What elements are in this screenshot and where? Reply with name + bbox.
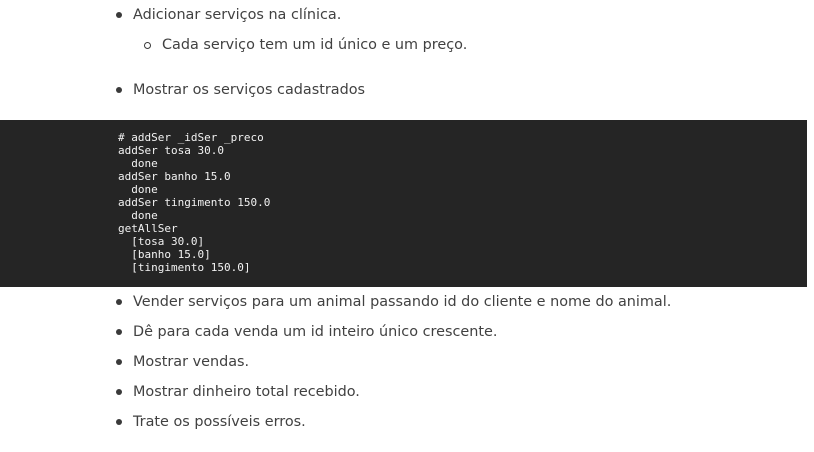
list-item-text: Mostrar dinheiro total recebido.: [133, 384, 360, 400]
code-line: # addSer _idSer _preco: [118, 131, 264, 144]
bullet-icon: [116, 329, 122, 335]
code-line: addSer banho 15.0: [118, 170, 231, 183]
list-item-text: Trate os possíveis erros.: [133, 414, 306, 430]
code-line: addSer tingimento 150.0: [118, 196, 271, 209]
list-item-text: Adicionar serviços na clínica.: [133, 7, 342, 23]
list-item: Mostrar dinheiro total recebido.: [0, 382, 814, 402]
list-item: Vender serviços para um animal passando …: [0, 292, 814, 312]
list-item-text: Vender serviços para um animal passando …: [133, 294, 672, 310]
code-line: [tingimento 150.0]: [118, 261, 251, 274]
list-item: Dê para cada venda um id inteiro único c…: [0, 322, 814, 342]
list-item-text: Dê para cada venda um id inteiro único c…: [133, 324, 498, 340]
bullet-icon: [116, 12, 122, 18]
bullet-icon: [116, 389, 122, 395]
list-item: Trate os possíveis erros.: [0, 412, 814, 432]
hollow-bullet-icon: [144, 42, 151, 49]
code-line: getAllSer: [118, 222, 178, 235]
code-line: [banho 15.0]: [118, 248, 211, 261]
code-line: done: [118, 209, 158, 222]
list-item-text: Cada serviço tem um id único e um preço.: [162, 37, 468, 53]
list-item-nested: Cada serviço tem um id único e um preço.: [0, 35, 814, 55]
code-line: done: [118, 183, 158, 196]
list-item-text: Mostrar os serviços cadastrados: [133, 82, 366, 98]
list-item: Adicionar serviços na clínica.: [0, 5, 814, 25]
code-line: done: [118, 157, 158, 170]
code-block: # addSer _idSer _preco addSer tosa 30.0 …: [0, 120, 807, 287]
list-item: Mostrar os serviços cadastrados: [0, 80, 814, 100]
code-line: [tosa 30.0]: [118, 235, 205, 248]
bullet-icon: [116, 359, 122, 365]
list-item-text: Mostrar vendas.: [133, 354, 250, 370]
code-line: addSer tosa 30.0: [118, 144, 224, 157]
bullet-icon: [116, 87, 122, 93]
bullet-icon: [116, 419, 122, 425]
list-item: Mostrar vendas.: [0, 352, 814, 372]
bullet-icon: [116, 299, 122, 305]
